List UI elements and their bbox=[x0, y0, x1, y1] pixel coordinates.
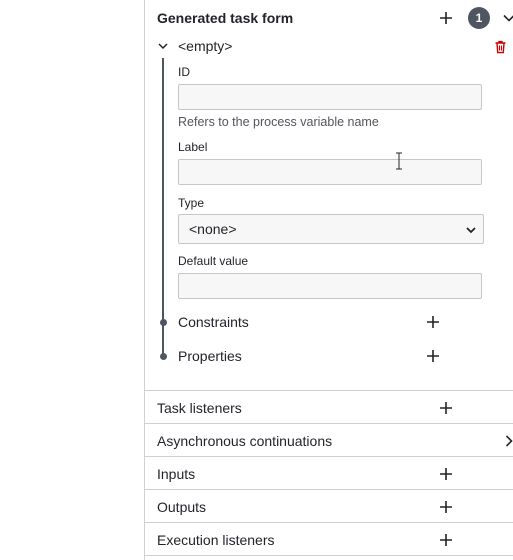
id-input[interactable] bbox=[178, 84, 482, 110]
id-description: Refers to the process variable name bbox=[178, 115, 379, 129]
plus-icon[interactable] bbox=[437, 399, 455, 417]
properties-group[interactable]: Properties bbox=[178, 348, 242, 364]
id-label: ID bbox=[178, 65, 190, 79]
form-field-title: <empty> bbox=[178, 38, 233, 54]
divider bbox=[145, 555, 513, 556]
count-badge: 1 bbox=[468, 6, 490, 29]
default-value-input[interactable] bbox=[178, 273, 482, 299]
section-title: Outputs bbox=[157, 498, 207, 515]
plus-icon[interactable] bbox=[437, 498, 455, 516]
chevron-down-icon[interactable] bbox=[157, 40, 169, 52]
label-input[interactable] bbox=[178, 159, 482, 185]
plus-icon[interactable] bbox=[425, 348, 441, 364]
type-select-value: <none> bbox=[189, 221, 237, 237]
execution-listeners-header[interactable]: Execution listeners bbox=[157, 523, 513, 556]
type-label: Type bbox=[178, 196, 205, 210]
section-title: Execution listeners bbox=[157, 531, 275, 548]
task-listeners-header[interactable]: Task listeners bbox=[157, 391, 513, 424]
chevron-down-icon bbox=[466, 227, 476, 234]
default-value-label: Default value bbox=[178, 254, 249, 268]
text-cursor-icon bbox=[396, 152, 402, 170]
tree-dot bbox=[159, 318, 167, 326]
tree-line bbox=[162, 58, 164, 357]
section-title: Asynchronous continuations bbox=[157, 432, 333, 449]
section-title: Inputs bbox=[157, 465, 196, 482]
section-title: Task listeners bbox=[157, 399, 242, 416]
plus-icon[interactable] bbox=[425, 314, 441, 330]
section-title: Generated task form bbox=[157, 9, 294, 26]
chevron-down-icon[interactable] bbox=[502, 11, 513, 25]
inputs-header[interactable]: Inputs bbox=[157, 457, 513, 490]
tree-dot bbox=[159, 352, 167, 360]
label-label: Label bbox=[178, 140, 208, 154]
trash-icon[interactable] bbox=[494, 40, 507, 54]
plus-icon[interactable] bbox=[437, 465, 455, 483]
async-continuations-header[interactable]: Asynchronous continuations bbox=[157, 424, 513, 457]
constraints-group[interactable]: Constraints bbox=[178, 314, 249, 330]
plus-icon[interactable] bbox=[437, 531, 455, 549]
generated-task-form-header[interactable]: Generated task form 1 bbox=[157, 1, 513, 34]
type-select[interactable]: <none> bbox=[178, 214, 484, 244]
chevron-right-icon[interactable] bbox=[502, 434, 513, 448]
outputs-header[interactable]: Outputs bbox=[157, 490, 513, 523]
plus-icon[interactable] bbox=[437, 9, 455, 27]
properties-panel: Generated task form 1 <empty> ID Refers … bbox=[144, 0, 513, 560]
